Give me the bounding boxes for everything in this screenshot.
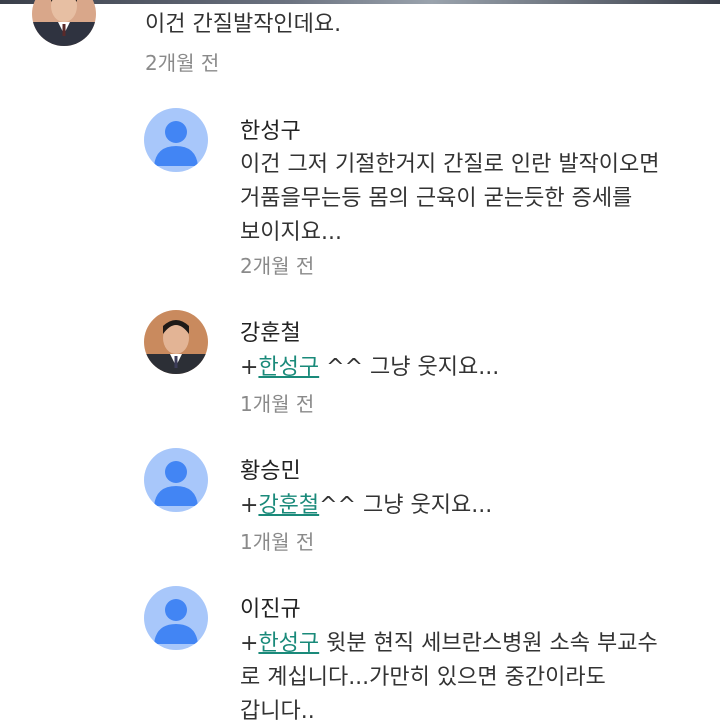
comment-text: +한성구 윗분 현직 세브란스병원 소속 부교수 로 계십니다...가만히 있으… bbox=[240, 627, 658, 727]
comment-text-line: 로 계십니다...가만히 있으면 중간이라도 bbox=[240, 665, 606, 690]
comment-item: 이진규 +한성구 윗분 현직 세브란스병원 소속 부교수 로 계십니다...가만… bbox=[0, 0, 720, 727]
comment-text-line: 갑니다.. bbox=[240, 699, 315, 724]
mention-link[interactable]: 한성구 bbox=[258, 631, 319, 656]
comment-text-line: +한성구 윗분 현직 세브란스병원 소속 부교수 bbox=[240, 627, 658, 661]
comment-author[interactable]: 이진규 bbox=[240, 591, 301, 623]
comments-page: 이건 간질발작인데요. 2개월 전 한성구 이건 그저 기절한거지 간질로 인란… bbox=[0, 0, 720, 727]
mention-plus: + bbox=[240, 631, 259, 656]
comment-text-rest: 윗분 현직 세브란스병원 소속 부교수 bbox=[319, 631, 658, 656]
default-person-icon[interactable] bbox=[144, 586, 208, 650]
